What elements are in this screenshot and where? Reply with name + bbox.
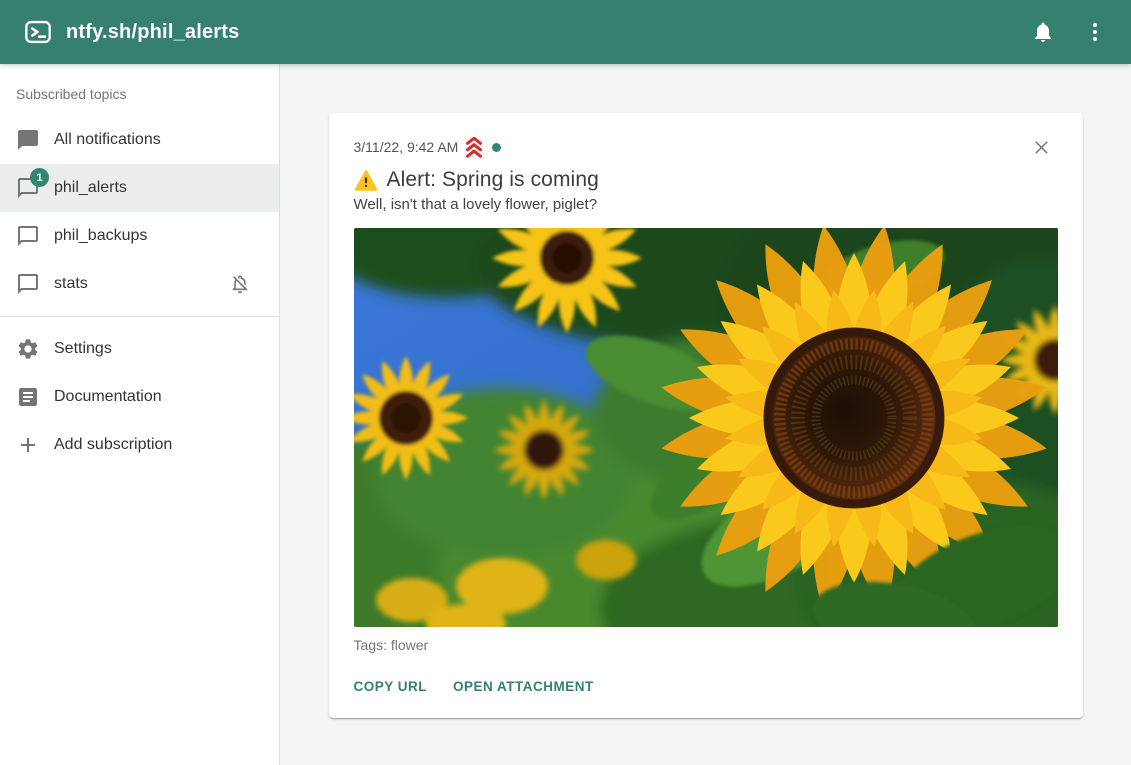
gear-icon bbox=[16, 337, 40, 361]
sidebar-caption: Subscribed topics bbox=[0, 86, 279, 102]
close-icon[interactable] bbox=[1026, 131, 1058, 163]
appbar-actions bbox=[1023, 12, 1115, 52]
sidebar-item-phil-backups[interactable]: phil_backups bbox=[0, 212, 279, 260]
chat-bubble-outline-icon bbox=[16, 224, 40, 248]
sidebar-item-label: phil_backups bbox=[54, 227, 147, 245]
page-title: ntfy.sh/phil_alerts bbox=[66, 21, 239, 44]
sidebar-item-documentation[interactable]: Documentation bbox=[0, 373, 279, 421]
sidebar-divider bbox=[0, 316, 279, 317]
sidebar-item-stats[interactable]: stats bbox=[0, 260, 279, 308]
sidebar: Subscribed topics All notifications 1 ph… bbox=[0, 64, 280, 765]
unread-count-badge: 1 bbox=[30, 168, 49, 187]
notification-title: Alert: Spring is coming bbox=[387, 168, 599, 192]
priority-high-icon bbox=[463, 136, 485, 158]
sidebar-item-all-notifications[interactable]: All notifications bbox=[0, 116, 279, 164]
unread-dot bbox=[492, 143, 501, 152]
sidebar-item-label: Documentation bbox=[54, 388, 162, 406]
card-actions: COPY URL OPEN ATTACHMENT bbox=[354, 673, 1058, 700]
notification-timestamp: 3/11/22, 9:42 AM bbox=[354, 139, 459, 155]
sidebar-item-phil-alerts[interactable]: 1 phil_alerts bbox=[0, 164, 279, 212]
app-header: ntfy.sh/phil_alerts bbox=[0, 0, 1131, 64]
chat-bubble-outline-icon: 1 bbox=[16, 176, 40, 200]
sidebar-item-label: Add subscription bbox=[54, 436, 172, 454]
notification-tags: Tags: flower bbox=[354, 637, 1058, 653]
terminal-icon[interactable] bbox=[24, 18, 52, 46]
main-content: 3/11/22, 9:42 AM bbox=[280, 64, 1131, 765]
warning-triangle-icon bbox=[354, 169, 378, 191]
sidebar-item-label: stats bbox=[54, 275, 88, 293]
sidebar-item-settings[interactable]: Settings bbox=[0, 325, 279, 373]
chat-bubble-outline-icon bbox=[16, 272, 40, 296]
sidebar-item-label: All notifications bbox=[54, 131, 161, 149]
open-attachment-button[interactable]: OPEN ATTACHMENT bbox=[453, 673, 594, 700]
sunflower-photo[interactable] bbox=[354, 228, 1058, 627]
notification-card: 3/11/22, 9:42 AM bbox=[329, 113, 1083, 718]
sidebar-item-label: Settings bbox=[54, 340, 112, 358]
sidebar-item-label: phil_alerts bbox=[54, 179, 127, 197]
sidebar-item-add-subscription[interactable]: Add subscription bbox=[0, 421, 279, 469]
chat-bubble-filled-icon bbox=[16, 128, 40, 152]
notification-body: Well, isn't that a lovely flower, piglet… bbox=[354, 196, 1058, 213]
kebab-menu-icon[interactable] bbox=[1075, 12, 1115, 52]
bell-icon[interactable] bbox=[1023, 12, 1063, 52]
plus-icon bbox=[16, 433, 40, 457]
bell-off-icon bbox=[229, 273, 251, 295]
copy-url-button[interactable]: COPY URL bbox=[354, 673, 428, 700]
app-shell: ntfy.sh/phil_alerts Subscribed topics bbox=[0, 0, 1131, 765]
article-icon bbox=[16, 385, 40, 409]
